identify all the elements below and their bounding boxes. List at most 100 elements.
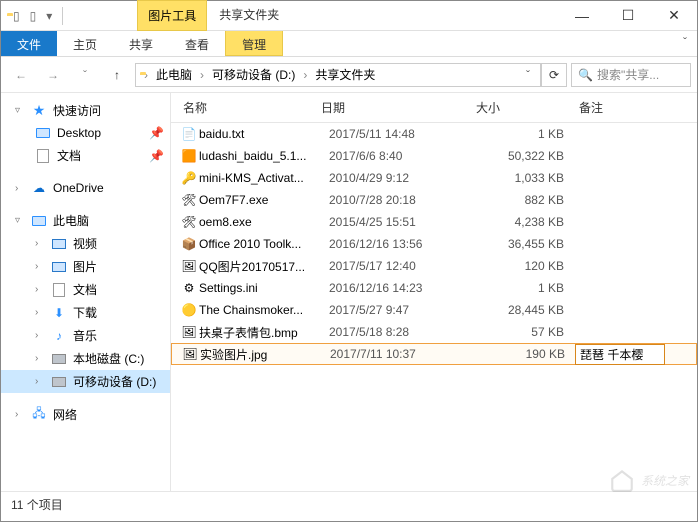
recent-button[interactable]: ˇ (71, 63, 99, 87)
sidebar-item-thispc[interactable]: ▿ 此电脑 (1, 209, 170, 232)
sidebar-item-documents2[interactable]: › 文档 (1, 278, 170, 301)
table-row[interactable]: 🖼实验图片.jpg2017/7/11 10:37190 KB琵琶 千本樱 (171, 343, 697, 365)
sidebar-item-documents[interactable]: 文档 📌 (1, 144, 170, 167)
file-date: 2016/12/16 13:56 (329, 237, 484, 251)
chevron-right-icon[interactable]: › (198, 68, 206, 82)
forward-button[interactable]: → (39, 63, 67, 87)
file-date: 2017/5/11 14:48 (329, 127, 484, 141)
table-row[interactable]: 🖼扶桌子表情包.bmp2017/5/18 8:2857 KB (171, 321, 697, 343)
file-size: 36,455 KB (484, 237, 574, 251)
table-row[interactable]: 🟧ludashi_baidu_5.1...2017/6/6 8:4050,322… (171, 145, 697, 167)
table-row[interactable]: 🛠oem8.exe2015/4/25 15:514,238 KB (171, 211, 697, 233)
pin-icon: 📌 (149, 149, 164, 163)
table-row[interactable]: 🟡The Chainsmoker...2017/5/27 9:4728,445 … (171, 299, 697, 321)
expand-arrow-icon[interactable]: ▿ (15, 105, 25, 116)
maximize-button[interactable]: ☐ (605, 1, 651, 31)
up-button[interactable]: ↑ (103, 63, 131, 87)
tab-file[interactable]: 文件 (1, 31, 57, 56)
file-date: 2017/5/18 8:28 (329, 325, 484, 339)
tab-view[interactable]: 查看 (169, 31, 225, 56)
file-name: 实验图片.jpg (200, 346, 330, 363)
document-icon (51, 282, 67, 298)
label: 网络 (53, 406, 77, 423)
expand-arrow-icon[interactable]: › (15, 183, 25, 194)
file-name: The Chainsmoker... (199, 303, 329, 317)
label: Desktop (57, 126, 101, 140)
column-note[interactable]: 备注 (571, 99, 697, 116)
note-edit-input[interactable]: 琵琶 千本樱 (575, 344, 665, 365)
table-row[interactable]: 📦Office 2010 Toolk...2016/12/16 13:5636,… (171, 233, 697, 255)
sidebar-item-videos[interactable]: › 视频 (1, 232, 170, 255)
crumb-drive[interactable]: 可移动设备 (D:) (208, 64, 299, 85)
chevron-right-icon[interactable]: › (142, 68, 150, 82)
file-name: QQ图片20170517... (199, 258, 329, 275)
file-icon: 📦 (179, 237, 199, 251)
file-icon: 🟧 (179, 149, 199, 163)
expand-arrow-icon[interactable]: ▿ (15, 215, 25, 226)
file-size: 1 KB (484, 281, 574, 295)
table-row[interactable]: 🖼QQ图片20170517...2017/5/17 12:40120 KB (171, 255, 697, 277)
label: 快速访问 (53, 102, 101, 119)
breadcrumb[interactable]: › 此电脑 › 可移动设备 (D:) › 共享文件夹 ˇ (135, 63, 541, 87)
file-size: 4,238 KB (484, 215, 574, 229)
chevron-right-icon[interactable]: › (301, 68, 309, 82)
file-icon: 🛠 (179, 193, 199, 207)
file-date: 2017/5/17 12:40 (329, 259, 484, 273)
table-row[interactable]: 🛠Oem7F7.exe2010/7/28 20:18882 KB (171, 189, 697, 211)
pin-icon: 📌 (149, 126, 164, 140)
file-icon: 📄 (179, 127, 199, 141)
tab-home[interactable]: 主页 (57, 31, 113, 56)
qat-overflow[interactable]: ▾ (42, 9, 56, 23)
column-size[interactable]: 大小 (476, 99, 571, 116)
sidebar-item-onedrive[interactable]: › ☁ OneDrive (1, 177, 170, 199)
window-controls: — ☐ ✕ (559, 1, 697, 31)
ribbon-expand-button[interactable]: ˇ (673, 31, 697, 56)
search-input[interactable]: 🔍 搜索"共享... (571, 63, 691, 87)
file-name: ludashi_baidu_5.1... (199, 149, 329, 163)
sidebar-item-cdisk[interactable]: › 本地磁盘 (C:) (1, 347, 170, 370)
file-date: 2015/4/25 15:51 (329, 215, 484, 229)
minimize-button[interactable]: — (559, 1, 605, 31)
label: 图片 (73, 258, 97, 275)
titlebar: ▯ ▯ ▾ 图片工具 共享文件夹 — ☐ ✕ (1, 1, 697, 31)
file-list[interactable]: 📄baidu.txt2017/5/11 14:481 KB🟧ludashi_ba… (171, 123, 697, 491)
table-row[interactable]: 🔑mini-KMS_Activat...2010/4/29 9:121,033 … (171, 167, 697, 189)
file-name: baidu.txt (199, 127, 329, 141)
refresh-button[interactable]: ⟳ (541, 63, 567, 87)
context-tab-picture-tools[interactable]: 图片工具 (137, 0, 207, 31)
sidebar-item-network[interactable]: ›🖧 网络 (1, 403, 170, 426)
file-icon: 🟡 (179, 303, 199, 317)
search-icon: 🔍 (578, 68, 593, 82)
label: 下载 (73, 304, 97, 321)
file-icon: 🖼 (180, 347, 200, 361)
ribbon: 文件 主页 共享 查看 管理 ˇ (1, 31, 697, 57)
crumb-thispc[interactable]: 此电脑 (152, 64, 196, 85)
navigation-pane: ▿ ★ 快速访问 Desktop 📌 文档 📌 › ☁ OneDrive ▿ 此… (1, 93, 171, 491)
tab-manage[interactable]: 管理 (225, 31, 283, 56)
label: 文档 (57, 147, 81, 164)
file-name: 扶桌子表情包.bmp (199, 324, 329, 341)
label: OneDrive (53, 181, 104, 195)
crumb-folder[interactable]: 共享文件夹 (311, 64, 379, 85)
sidebar-item-desktop[interactable]: Desktop 📌 (1, 122, 170, 144)
qat-item[interactable]: ▯ (26, 9, 41, 23)
file-date: 2016/12/16 14:23 (329, 281, 484, 295)
table-row[interactable]: ⚙Settings.ini2016/12/16 14:231 KB (171, 277, 697, 299)
file-icon: 🛠 (179, 215, 199, 229)
back-button[interactable]: ← (7, 63, 35, 87)
close-button[interactable]: ✕ (651, 1, 697, 31)
sidebar-item-quickaccess[interactable]: ▿ ★ 快速访问 (1, 99, 170, 122)
tab-share[interactable]: 共享 (113, 31, 169, 56)
table-row[interactable]: 📄baidu.txt2017/5/11 14:481 KB (171, 123, 697, 145)
column-name[interactable]: 名称 (171, 99, 321, 116)
address-dropdown[interactable]: ˇ (520, 68, 536, 82)
sidebar-item-ddisk[interactable]: › 可移动设备 (D:) (1, 370, 170, 393)
label: 文档 (73, 281, 97, 298)
sidebar-item-downloads[interactable]: ›⬇ 下载 (1, 301, 170, 324)
label: 此电脑 (53, 212, 89, 229)
qat-item[interactable]: ▯ (9, 9, 24, 23)
sidebar-item-pictures[interactable]: › 图片 (1, 255, 170, 278)
sidebar-item-music[interactable]: ›♪ 音乐 (1, 324, 170, 347)
file-name: Settings.ini (199, 281, 329, 295)
column-date[interactable]: 日期 (321, 99, 476, 116)
